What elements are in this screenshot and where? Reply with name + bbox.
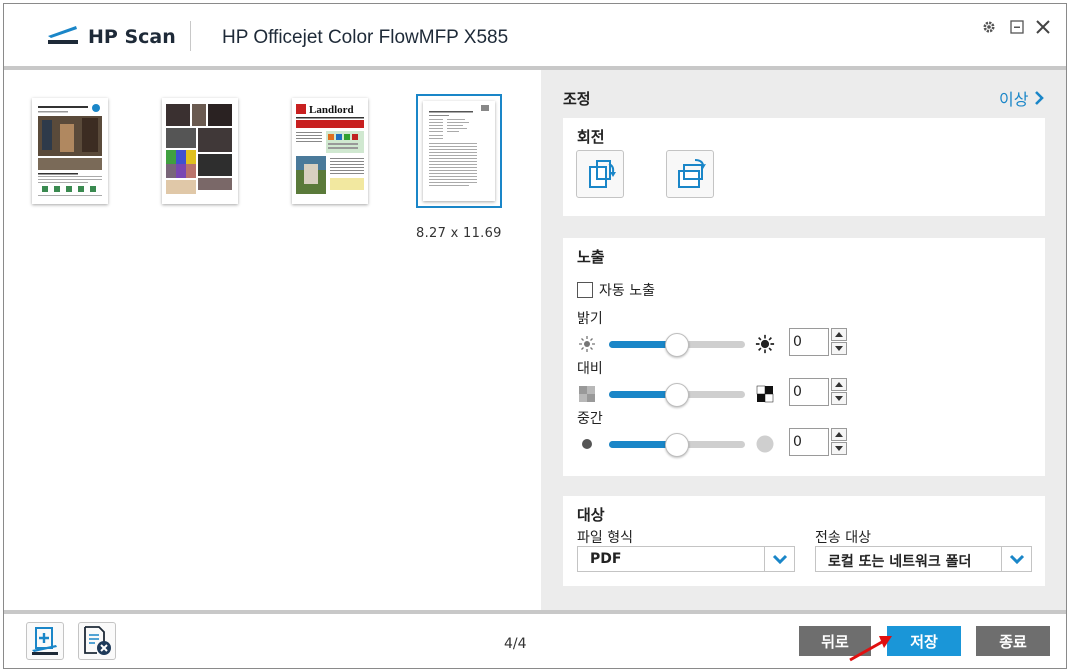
- chevron-down-icon[interactable]: [764, 547, 794, 571]
- brightness-decrement-button[interactable]: [831, 342, 847, 355]
- add-page-icon: [32, 627, 58, 655]
- exposure-title: 노출: [577, 248, 605, 266]
- exit-button[interactable]: 종료: [976, 626, 1050, 656]
- midtone-slider[interactable]: [609, 433, 745, 457]
- thumbnail-pane: Landlord 8.27 x 11.69: [4, 70, 541, 610]
- page-preview: Landlord: [292, 98, 368, 204]
- save-button[interactable]: 저장: [887, 626, 961, 656]
- send-to-value: 로컬 또는 네트워크 폴더: [828, 554, 972, 570]
- gear-icon[interactable]: [980, 18, 998, 36]
- destination-card: 대상 파일 형식 PDF 전송 대상 로컬 또는 네트워크 폴더: [563, 496, 1045, 586]
- midtone-slider-handle[interactable]: [665, 433, 689, 457]
- more-link[interactable]: 이상: [999, 86, 1045, 110]
- header-divider: [190, 21, 191, 51]
- brightness-label: 밝기: [577, 311, 603, 327]
- arrow-down-icon: [835, 346, 843, 351]
- arrow-up-icon: [835, 432, 843, 437]
- page-preview: [32, 98, 108, 204]
- contrast-low-icon: [577, 384, 597, 404]
- send-to-label: 전송 대상: [815, 530, 871, 546]
- send-to-select[interactable]: 로컬 또는 네트워크 폴더: [815, 546, 1032, 572]
- checkbox-box[interactable]: [577, 282, 593, 298]
- contrast-slider[interactable]: [609, 383, 745, 407]
- delete-page-button[interactable]: [78, 622, 116, 660]
- auto-exposure-label: 자동 노출: [599, 283, 655, 299]
- page-thumbnail-4-selected[interactable]: [416, 94, 502, 208]
- hp-scan-window: HP Scan HP Officejet Color FlowMFP X585: [3, 3, 1067, 669]
- app-name: HP Scan: [88, 26, 176, 48]
- midtone-row: 0: [577, 428, 847, 457]
- auto-exposure-checkbox[interactable]: 자동 노출: [577, 280, 655, 300]
- arrow-up-icon: [835, 332, 843, 337]
- rotate-right-icon: [678, 159, 706, 188]
- page-preview: [423, 101, 495, 201]
- brightness-slider[interactable]: [609, 333, 745, 357]
- contrast-high-icon: [755, 384, 775, 404]
- midtone-decrement-button[interactable]: [831, 442, 847, 455]
- page-size-label: 8.27 x 11.69: [416, 226, 502, 241]
- midtone-label: 중간: [577, 411, 603, 427]
- delete-page-icon: [84, 626, 111, 655]
- page-thumbnail-2[interactable]: [162, 98, 238, 204]
- rotate-left-button[interactable]: [576, 150, 624, 198]
- brightness-slider-handle[interactable]: [665, 333, 689, 357]
- midtone-value-input[interactable]: 0: [789, 428, 829, 456]
- arrow-down-icon: [835, 396, 843, 401]
- contrast-slider-handle[interactable]: [665, 383, 689, 407]
- brightness-low-icon: [577, 334, 597, 354]
- file-type-value: PDF: [590, 551, 622, 567]
- file-type-select[interactable]: PDF: [577, 546, 795, 572]
- brightness-high-icon: [755, 334, 775, 354]
- thumbnail-page-title: Landlord: [309, 104, 354, 116]
- rotate-right-button[interactable]: [666, 150, 714, 198]
- page-thumbnail-1[interactable]: [32, 98, 108, 204]
- chevron-down-icon[interactable]: [1001, 547, 1031, 571]
- page-preview: [162, 98, 238, 204]
- rotation-card: 회전: [563, 118, 1045, 216]
- more-link-label: 이상: [999, 90, 1029, 109]
- back-button[interactable]: 뒤로: [799, 626, 871, 656]
- destination-title: 대상: [577, 506, 605, 524]
- brightness-increment-button[interactable]: [831, 328, 847, 341]
- adjust-panel: 조정 이상 회전 노출 자동 노출 밝기 0 대비 0 중간 0 대상 파일 형…: [541, 70, 1066, 610]
- midtone-high-icon: [755, 434, 775, 454]
- title-bar: HP Scan HP Officejet Color FlowMFP X585: [4, 4, 1066, 66]
- add-page-button[interactable]: [26, 622, 64, 660]
- close-icon[interactable]: [1034, 18, 1052, 36]
- minimize-icon[interactable]: [1008, 18, 1026, 36]
- scanner-logo-icon: [48, 26, 78, 44]
- contrast-row: 0: [577, 378, 847, 407]
- midtone-increment-button[interactable]: [831, 428, 847, 441]
- contrast-increment-button[interactable]: [831, 378, 847, 391]
- adjust-title: 조정: [563, 90, 591, 108]
- midtone-low-icon: [577, 434, 597, 454]
- page-thumbnail-3[interactable]: Landlord: [292, 98, 368, 204]
- contrast-label: 대비: [577, 361, 603, 377]
- rotation-title: 회전: [577, 128, 605, 146]
- arrow-up-icon: [835, 382, 843, 387]
- file-type-label: 파일 형식: [577, 530, 633, 546]
- rotate-left-icon: [589, 160, 616, 188]
- arrow-down-icon: [835, 446, 843, 451]
- device-name: HP Officejet Color FlowMFP X585: [222, 27, 509, 48]
- brightness-value-input[interactable]: 0: [789, 328, 829, 356]
- exposure-card: 노출 자동 노출 밝기 0 대비 0 중간 0: [563, 238, 1045, 476]
- contrast-decrement-button[interactable]: [831, 392, 847, 405]
- page-counter: 4/4: [504, 636, 527, 652]
- contrast-value-input[interactable]: 0: [789, 378, 829, 406]
- footer: 4/4 뒤로 저장 종료: [4, 614, 1066, 668]
- brightness-row: 0: [577, 328, 847, 357]
- chevron-right-icon: [1035, 91, 1045, 105]
